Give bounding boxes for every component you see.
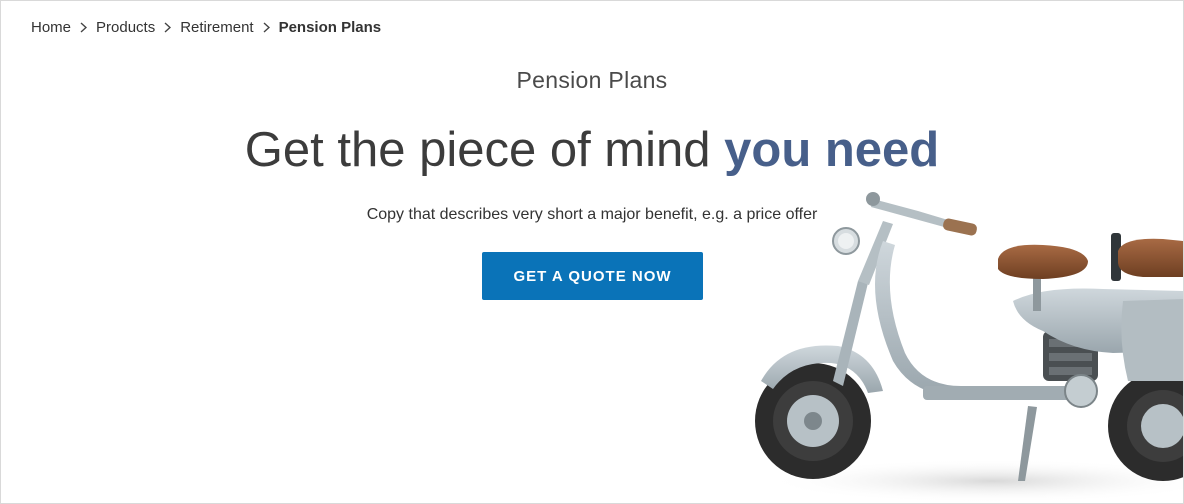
breadcrumb-products-link[interactable]: Products [96, 19, 155, 36]
breadcrumb-current: Pension Plans [278, 19, 382, 36]
hero-eyebrow: Pension Plans [516, 67, 668, 93]
chevron-right-icon [263, 22, 270, 33]
chevron-right-icon [80, 22, 88, 33]
scooter-image [755, 192, 1183, 503]
page-frame: Home Products Retirement Pension Plans P… [0, 0, 1184, 504]
chevron-right-icon [164, 22, 172, 33]
hero-headline: Get the piece of mind you need [1, 119, 1183, 181]
get-quote-button[interactable]: GET A QUOTE NOW [482, 252, 703, 300]
breadcrumb: Home Products Retirement Pension Plans [31, 19, 381, 36]
headline-plain-text: Get the piece of mind [244, 123, 725, 177]
headline-accent-text: you need [724, 123, 940, 177]
breadcrumb-home-link[interactable]: Home [31, 19, 71, 36]
breadcrumb-retirement-link[interactable]: Retirement [180, 19, 253, 36]
